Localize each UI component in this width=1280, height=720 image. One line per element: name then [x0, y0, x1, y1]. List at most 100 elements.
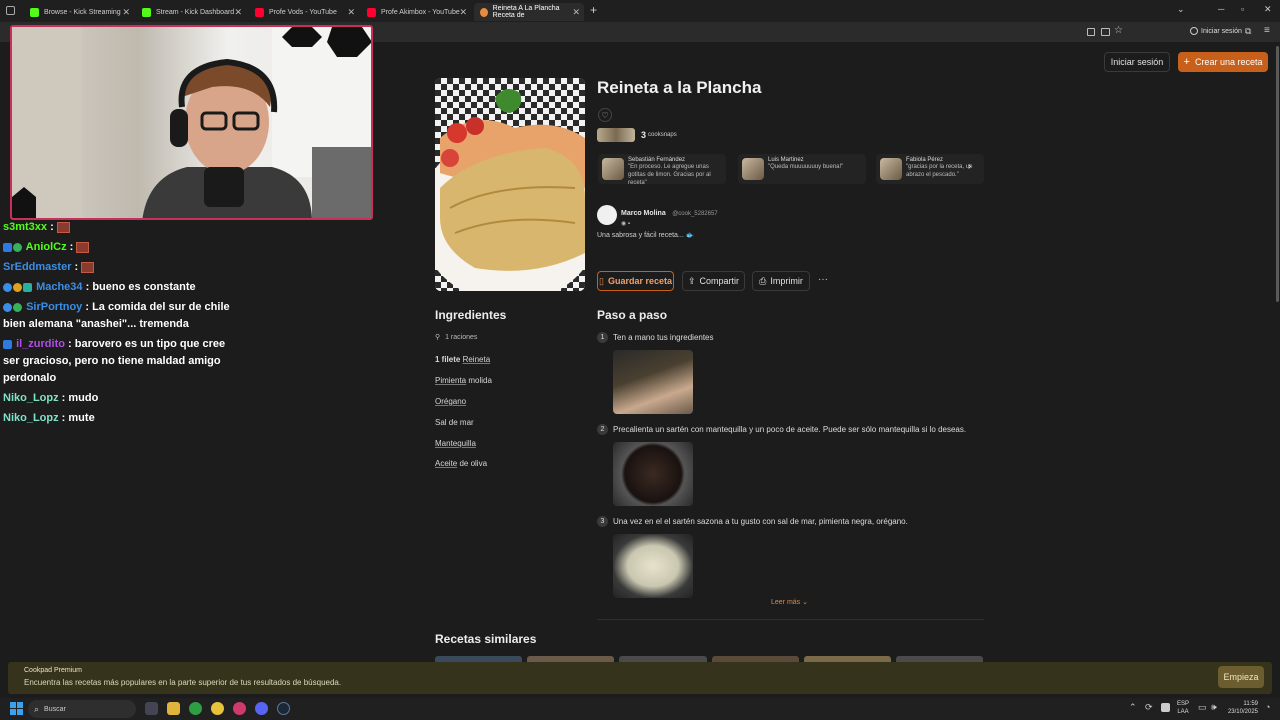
read-more-link[interactable]: Leer más ⌄ [771, 598, 808, 606]
window-close-icon[interactable]: ✕ [1264, 4, 1272, 15]
tab-youtube-akimbox[interactable]: Profe Akimbox - YouTube ✕ [361, 3, 471, 21]
user-icon [1190, 27, 1198, 35]
step-text: Ten a mano tus ingredientes [613, 333, 714, 342]
tab-youtube-vods[interactable]: Profe Vods - YouTube ✕ [249, 3, 359, 21]
author-avatar [597, 204, 617, 225]
tray-chevron-icon[interactable]: ⌃ [1129, 702, 1137, 713]
tab-label: Stream - Kick Dashboard [156, 8, 235, 16]
close-icon[interactable]: ✕ [572, 7, 580, 18]
language-indicator[interactable]: ESP LAA [1177, 700, 1189, 716]
xbox-icon[interactable] [189, 702, 202, 715]
notifications-icon[interactable]: ◔ [1265, 702, 1270, 712]
windows-start-icon[interactable] [10, 702, 23, 715]
login-button[interactable]: Iniciar sesión [1104, 52, 1170, 72]
close-icon[interactable]: ✕ [347, 7, 355, 18]
chat-username[interactable]: SrEddmaster [3, 261, 71, 273]
create-recipe-button[interactable]: + Crear una receta [1178, 52, 1268, 72]
minimize-icon[interactable]: ─ [1218, 4, 1224, 14]
maximize-icon[interactable]: ▫ [1241, 4, 1244, 14]
subscriber-badge-icon [13, 302, 22, 312]
browser-menu-icon[interactable] [6, 6, 15, 15]
page-scrollbar[interactable] [1276, 46, 1279, 302]
split-view-icon[interactable] [1101, 28, 1110, 36]
chat-username[interactable]: SirPortnoy [26, 301, 82, 313]
chat-text: mudo [68, 392, 99, 404]
cooksnaps-summary[interactable]: 3 cooksnaps [597, 128, 677, 142]
recipe-description: Una sabrosa y fácil receta... 🐟 [597, 232, 695, 239]
save-recipe-button[interactable]: ▯ Guardar receta [597, 271, 674, 291]
start-premium-button[interactable]: Empieza [1218, 666, 1264, 688]
banner-text: Encuentra las recetas más populares en l… [24, 678, 342, 687]
ingredient-link[interactable]: Mantequilla [435, 439, 476, 448]
clock[interactable]: 11:59 23/10/2025 [1226, 700, 1258, 716]
ingredient-rest: molida [466, 376, 492, 385]
step-text: Una vez en el el sartén sazona a tu gust… [613, 517, 908, 526]
task-view-icon[interactable] [145, 702, 158, 715]
cooksnap-card[interactable]: Luis Martinez "Queda muuuuuuuy buena!" [738, 154, 866, 184]
tab-kick-dashboard[interactable]: Stream - Kick Dashboard ✕ [136, 3, 246, 21]
carousel-next-arrow-icon[interactable]: › [968, 161, 971, 172]
extensions-icon[interactable]: ⧉ [1245, 26, 1251, 37]
ingredient-item: Sal de mar [435, 418, 474, 427]
save-recipe-label: Guardar receta [607, 276, 672, 286]
step-photo[interactable] [613, 350, 693, 414]
servings-label: 1 raciones [445, 334, 478, 341]
network-icon[interactable]: ▭ [1198, 702, 1207, 713]
tray-app-icon[interactable] [1161, 703, 1170, 712]
step-text: Precalienta un sartén con mantequilla y … [613, 425, 967, 434]
author-block[interactable]: Marco Molina @cook_5282657 ◉ ▪ [597, 202, 718, 227]
kick-icon [142, 7, 151, 17]
close-icon[interactable]: ✕ [459, 7, 467, 18]
chat-username[interactable]: Niko_Lopz [3, 392, 59, 404]
step-photo[interactable] [613, 442, 693, 506]
sync-icon[interactable]: ⟳ [1145, 702, 1153, 713]
step-photo[interactable] [613, 534, 693, 598]
streamer-silhouette [12, 27, 371, 218]
printer-icon: ⎙ [759, 275, 767, 286]
similar-recipes-title: Recetas similares [435, 632, 537, 646]
taskbar-search[interactable]: ⌕ Buscar [28, 700, 136, 718]
chat-username[interactable]: il_zurdito [16, 338, 65, 350]
settings-menu-icon[interactable]: ≡ [1264, 25, 1270, 36]
signin-label: Iniciar sesión [1201, 27, 1242, 35]
ingredient-link[interactable]: Orégano [435, 397, 466, 406]
discord-icon[interactable] [255, 702, 268, 715]
steam-icon[interactable] [277, 702, 290, 715]
chat-message: SrEddmaster : [3, 259, 233, 276]
close-icon[interactable]: ✕ [122, 7, 130, 18]
share-button[interactable]: ⇪ Compartir [682, 271, 745, 291]
banner-title: Cookpad Premium [24, 667, 82, 674]
print-label: Imprimir [770, 276, 803, 286]
tab-list-chevron-icon[interactable]: ⌄ [1177, 4, 1185, 15]
tab-cookpad-recipe[interactable]: Reineta A La Plancha Receta de ✕ [474, 3, 584, 21]
chat-message: Mache34 : bueno es constante [3, 279, 233, 296]
ingredient-link[interactable]: Aceite [435, 459, 457, 468]
recipe-title: Reineta a la Plancha [597, 78, 762, 97]
ingredient-link[interactable]: Reineta [463, 355, 491, 364]
new-tab-button[interactable]: + [590, 3, 597, 17]
chat-username[interactable]: AniolCz [26, 241, 67, 253]
file-explorer-icon[interactable] [167, 702, 180, 715]
chat-username[interactable]: Niko_Lopz [3, 412, 59, 424]
cooksnap-photo [602, 158, 624, 180]
cooksnap-card[interactable]: Sebastián Fernández "En proceso. Le agre… [598, 154, 726, 186]
webcam-overlay [10, 25, 373, 220]
chat-message: Niko_Lopz : mute [3, 412, 95, 424]
print-button[interactable]: ⎙ Imprimir [752, 271, 810, 291]
chat-username[interactable]: s3mt3xx [3, 221, 47, 233]
tab-kick-browse[interactable]: Browse - Kick Streaming ✕ [24, 3, 134, 21]
more-options-button[interactable]: ··· [818, 274, 828, 285]
browser-app-icon[interactable] [233, 702, 246, 715]
chat-username[interactable]: Mache34 [36, 281, 82, 293]
author-handle: @cook_5282657 [672, 211, 718, 217]
favorite-heart-button[interactable]: ♡ [598, 108, 612, 122]
chrome-icon[interactable] [211, 702, 224, 715]
volume-icon[interactable]: 🕪 [1211, 702, 1217, 713]
chat-text: mute [68, 412, 95, 424]
favorite-star-icon[interactable]: ☆ [1114, 25, 1123, 36]
ingredient-link[interactable]: Pimienta [435, 376, 466, 385]
close-icon[interactable]: ✕ [234, 7, 242, 18]
profile-signin-button[interactable]: Iniciar sesión [1190, 27, 1242, 35]
reader-icon[interactable] [1087, 28, 1095, 36]
chat-message: SirPortnoy : La comida del sur de chile … [3, 301, 230, 330]
